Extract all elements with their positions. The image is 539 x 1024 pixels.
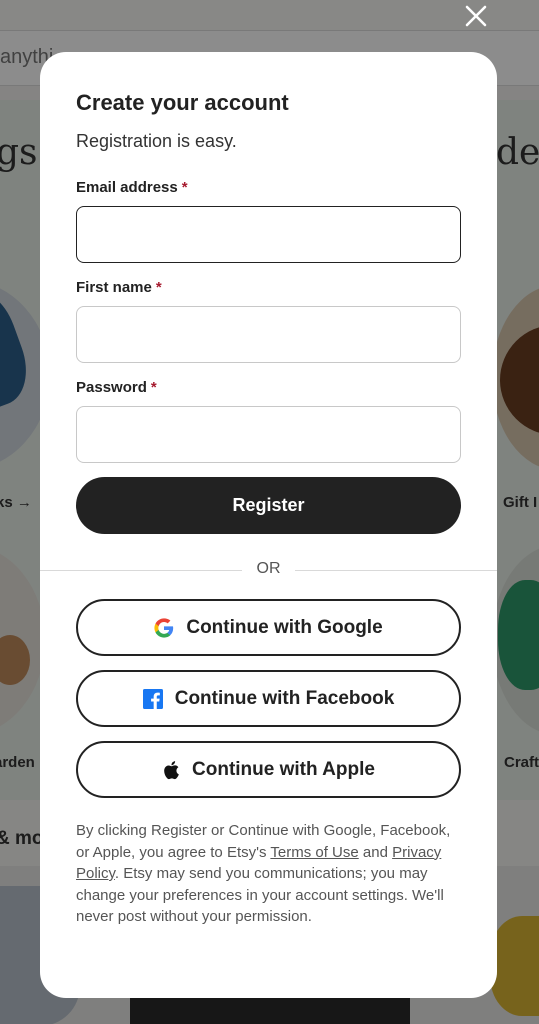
continue-with-facebook-button[interactable]: Continue with Facebook <box>76 670 461 727</box>
facebook-icon <box>142 688 163 709</box>
password-label: Password * <box>76 379 157 396</box>
continue-with-apple-button[interactable]: Continue with Apple <box>76 741 461 798</box>
password-label-text: Password <box>76 379 147 396</box>
legal-text: and <box>358 843 393 861</box>
close-button[interactable] <box>460 0 492 32</box>
email-field[interactable] <box>76 206 461 263</box>
modal-subtitle: Registration is easy. <box>76 131 237 151</box>
apple-icon <box>162 760 180 780</box>
continue-with-apple-label: Continue with Apple <box>192 758 375 780</box>
google-icon <box>154 617 174 638</box>
register-button[interactable]: Register <box>76 477 461 534</box>
modal-title: Create your account <box>76 90 289 115</box>
required-mark: * <box>150 379 157 396</box>
email-label: Email address * <box>76 179 188 196</box>
close-icon <box>465 5 487 27</box>
required-mark: * <box>181 179 188 196</box>
continue-with-facebook-label: Continue with Facebook <box>174 687 395 709</box>
divider-line <box>295 570 497 571</box>
terms-of-use-link[interactable]: Terms of Use <box>270 844 358 861</box>
email-label-text: Email address <box>76 179 178 196</box>
legal-text: . Etsy may send you communications; you … <box>76 865 444 925</box>
password-field[interactable] <box>76 406 461 463</box>
first-name-field[interactable] <box>76 306 461 363</box>
first-name-label: First name * <box>76 279 162 296</box>
divider-line <box>40 570 242 571</box>
or-divider-text: OR <box>256 560 281 577</box>
register-button-label: Register <box>232 495 305 515</box>
register-modal: Create your account Registration is easy… <box>40 52 497 998</box>
first-name-label-text: First name <box>76 279 152 296</box>
continue-with-google-label: Continue with Google <box>186 616 383 638</box>
required-mark: * <box>155 279 162 296</box>
legal-disclaimer: By clicking Register or Continue with Go… <box>76 820 456 928</box>
continue-with-google-button[interactable]: Continue with Google <box>76 599 461 656</box>
